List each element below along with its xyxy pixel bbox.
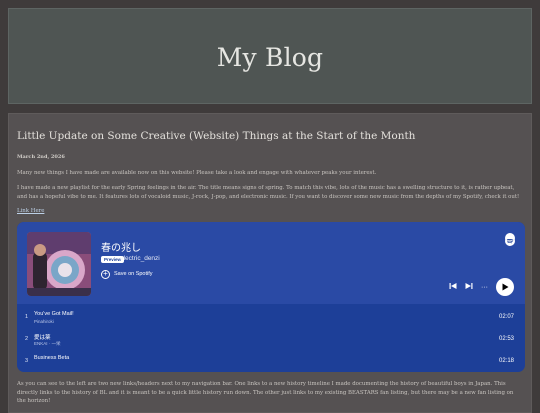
track-number: 2: [25, 336, 29, 342]
more-icon[interactable]: ···: [481, 284, 488, 291]
plus-circle-icon: +: [101, 269, 110, 279]
album-art[interactable]: [27, 232, 91, 296]
post-paragraph-links: As you can see to the left are two new l…: [17, 381, 514, 405]
post-title: Little Update on Some Creative (Website)…: [17, 130, 416, 142]
track-number: 3: [25, 358, 29, 364]
save-on-spotify-label: Save on Spotify: [114, 271, 153, 277]
post-date: March 2nd, 2026: [17, 154, 65, 160]
play-icon: [502, 283, 509, 291]
track-artist: Pinahiroki: [34, 319, 54, 324]
playback-controls: ···: [449, 278, 514, 296]
blog-header: My Blog: [8, 8, 532, 104]
track-duration: 02:18: [498, 358, 514, 364]
track-row[interactable]: 3 Business Beta 02:18: [17, 352, 525, 372]
track-list: 1 You've Got Mail! Pinahiroki 02:07 2 愛は…: [17, 308, 525, 372]
track-duration: 02:07: [498, 314, 514, 320]
post-paragraph-intro: Many new things I have made are availabl…: [17, 170, 377, 176]
embed-now-playing: 春の兆し Preview electric_denzi + Save on Sp…: [17, 222, 525, 304]
track-number: 1: [25, 314, 29, 320]
save-on-spotify-button[interactable]: + Save on Spotify: [101, 268, 153, 280]
play-button[interactable]: [496, 278, 514, 296]
blog-title[interactable]: My Blog: [217, 43, 324, 72]
track-name: You've Got Mail!: [34, 311, 74, 317]
playlist-link[interactable]: Link Here: [17, 208, 44, 214]
track-artist: ENKAI · 一栄: [34, 341, 61, 346]
track-title[interactable]: 春の兆し: [101, 239, 141, 254]
track-duration: 02:53: [498, 336, 514, 342]
skip-forward-icon[interactable]: [465, 282, 473, 292]
blog-post: Little Update on Some Creative (Website)…: [8, 113, 532, 413]
spotify-logo-icon[interactable]: [505, 233, 515, 246]
skip-back-icon[interactable]: [449, 282, 457, 292]
spotify-embed: 春の兆し Preview electric_denzi + Save on Sp…: [17, 222, 525, 372]
track-name: Business Beta: [34, 355, 70, 361]
artist-name[interactable]: electric_denzi: [120, 255, 160, 262]
post-paragraph-playlist: I have made a new playlist for the early…: [17, 185, 520, 200]
track-name: 愛は薬: [34, 335, 51, 341]
track-row[interactable]: 1 You've Got Mail! Pinahiroki 02:07: [17, 308, 525, 330]
track-row[interactable]: 2 愛は薬 ENKAI · 一栄 02:53: [17, 330, 525, 352]
